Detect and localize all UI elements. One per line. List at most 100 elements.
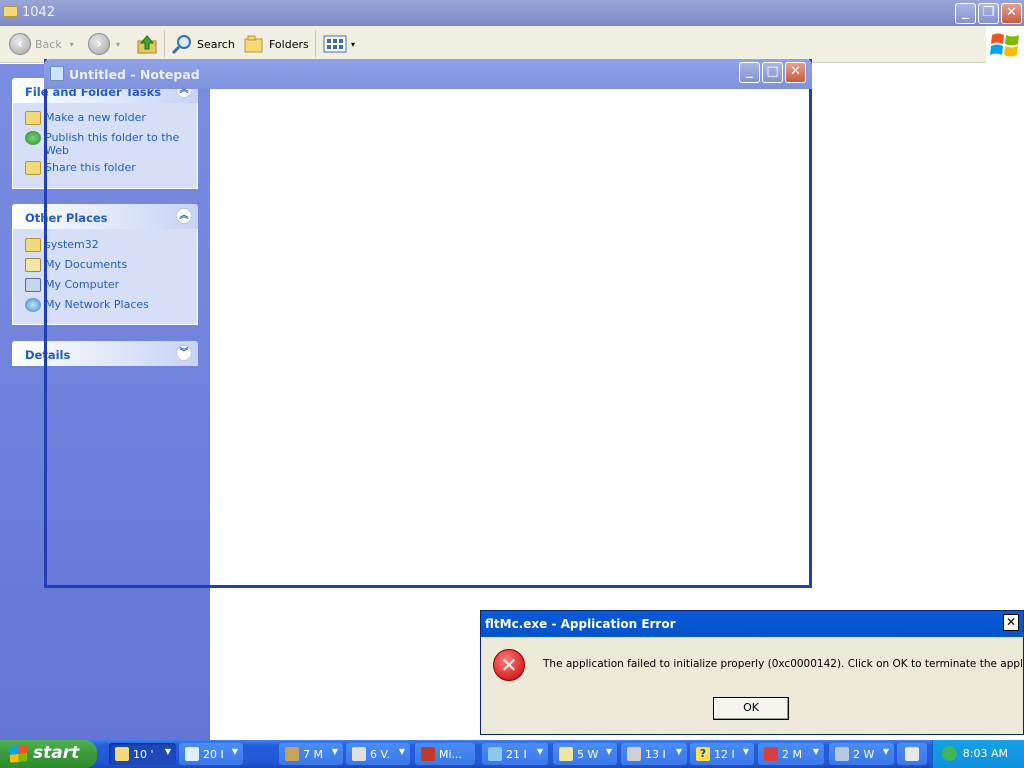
chevron-down-icon: ▾: [69, 39, 74, 49]
task-button-group-8[interactable]: 2 M ▼: [758, 743, 824, 765]
chevron-down-icon: ▼: [164, 747, 171, 756]
task-label: 6 V.: [370, 747, 391, 761]
task-label: 13 I: [645, 747, 666, 761]
back-button[interactable]: ‹ Back ▾: [9, 32, 74, 56]
dialog-close-button[interactable]: ✕: [1003, 614, 1019, 631]
explorer-title: 1042: [22, 5, 56, 20]
task-label: 10 ': [133, 747, 154, 761]
app-icon: [421, 747, 435, 761]
network-icon: [25, 298, 41, 312]
views-icon: [323, 35, 347, 53]
app-icon: [285, 747, 299, 761]
toolbar-divider: [164, 30, 165, 58]
chevron-down-icon: ▼: [398, 747, 405, 756]
start-label: start: [33, 743, 80, 763]
system-tray: 8:03 AM: [932, 740, 1024, 768]
windows-flag-icon: [990, 33, 1019, 57]
search-icon: [171, 35, 191, 55]
app-icon: [559, 747, 573, 761]
task-button-group-3[interactable]: Mi...: [415, 743, 475, 765]
app-icon: [352, 747, 366, 761]
app-icon: [835, 747, 849, 761]
task-label: 2 M: [782, 747, 802, 761]
folder-icon: [25, 238, 41, 252]
notepad-icon: [185, 747, 199, 761]
close-button[interactable]: ✕: [1001, 3, 1022, 24]
task-button-explorer[interactable]: 10 ' ▼: [109, 743, 176, 765]
explorer-toolbar: ‹ Back ▾ › ▾ Search Folders ▾: [0, 26, 1024, 63]
search-label: Search: [197, 37, 235, 51]
chevron-down-icon: ▼: [231, 747, 238, 756]
error-icon: ✕: [493, 649, 525, 681]
computer-icon: [25, 278, 41, 292]
forward-button[interactable]: › ▾: [88, 32, 120, 56]
forward-arrow-icon: ›: [88, 33, 110, 55]
task-button-group-4[interactable]: 21 I ▼: [482, 743, 548, 765]
windows-flag-icon: [10, 745, 27, 763]
task-label: 21 I: [506, 747, 527, 761]
task-button-group-6[interactable]: 13 I ▼: [621, 743, 687, 765]
ok-button[interactable]: OK: [713, 697, 789, 720]
task-button-group-5[interactable]: 5 W ▼: [553, 743, 617, 765]
notepad-minimize-button[interactable]: _: [739, 62, 760, 83]
chevron-down-icon: ▾: [116, 39, 121, 49]
chevron-down-icon: ▼: [675, 747, 682, 756]
notepad-close-button[interactable]: ✕: [785, 62, 806, 83]
task-button-notepad[interactable]: 20 I ▼: [179, 743, 243, 765]
task-button-group-2[interactable]: 6 V. ▼: [346, 743, 410, 765]
notepad-title: Untitled - Notepad: [69, 67, 200, 82]
notepad-icon: [50, 66, 64, 81]
app-icon: [764, 747, 778, 761]
task-button-group-1[interactable]: 7 M ▼: [279, 743, 343, 765]
task-label: 12 I: [714, 747, 735, 761]
task-label: 20 I: [203, 747, 224, 761]
chevron-down-icon: ▼: [331, 747, 338, 756]
taskbar: start 10 ' ▼ 20 I ▼ 7 M ▼ 6 V. ▼ Mi... 2…: [0, 740, 1024, 768]
task-label: Mi...: [439, 747, 463, 761]
help-icon: ?: [696, 747, 710, 761]
views-button[interactable]: ▾: [323, 32, 355, 56]
web-publish-icon: [25, 131, 41, 145]
notepad-maximize-button[interactable]: □: [762, 62, 783, 83]
folders-button[interactable]: Folders: [243, 32, 309, 56]
notepad-title-bar[interactable]: Untitled - Notepad _ □ ✕: [44, 59, 812, 89]
error-dialog: fltMc.exe - Application Error ✕ ✕ The ap…: [480, 610, 1024, 735]
chevron-down-icon: ▼: [812, 747, 819, 756]
start-button[interactable]: start: [0, 740, 97, 768]
folder-icon: [115, 747, 129, 761]
new-folder-icon: [25, 111, 41, 125]
dialog-title: fltMc.exe - Application Error: [485, 617, 676, 631]
windows-logo: [986, 26, 1024, 63]
task-button-group-7[interactable]: ? 12 I ▼: [690, 743, 754, 765]
explorer-title-bar[interactable]: 1042 _ ❐ ✕: [0, 0, 1024, 26]
chevron-down-icon: ▼: [882, 747, 889, 756]
dialog-message: The application failed to initialize pro…: [543, 658, 1024, 670]
chevron-down-icon: ▼: [536, 747, 543, 756]
restore-button[interactable]: ❐: [978, 3, 999, 24]
search-button[interactable]: Search: [171, 32, 235, 56]
task-label: 2 W: [853, 747, 875, 761]
task-label: 7 M: [303, 747, 323, 761]
chevron-down-icon: ▾: [351, 39, 356, 49]
task-button-group-9[interactable]: 2 W ▼: [829, 743, 894, 765]
up-folder-button[interactable]: [136, 32, 158, 56]
back-arrow-icon: ‹: [9, 33, 31, 55]
task-label: 5 W: [577, 747, 599, 761]
app-icon: [627, 747, 641, 761]
keyboard-task-button[interactable]: [897, 743, 927, 765]
chevron-down-icon: ▼: [742, 747, 749, 756]
dialog-title-bar[interactable]: fltMc.exe - Application Error ✕: [481, 611, 1023, 637]
folders-label: Folders: [269, 37, 309, 51]
app-icon: [488, 747, 502, 761]
share-folder-icon: [25, 161, 41, 175]
folder-icon: [3, 6, 18, 17]
chevron-down-icon: ▼: [605, 747, 612, 756]
clock[interactable]: 8:03 AM: [963, 747, 1008, 760]
up-folder-icon: [137, 35, 157, 54]
notepad-window-frame: [44, 59, 812, 588]
toolbar-divider: [315, 30, 316, 58]
folders-icon: [244, 35, 263, 53]
network-status-icon[interactable]: [942, 746, 957, 761]
minimize-button[interactable]: _: [955, 3, 976, 24]
keyboard-icon: [905, 747, 919, 761]
